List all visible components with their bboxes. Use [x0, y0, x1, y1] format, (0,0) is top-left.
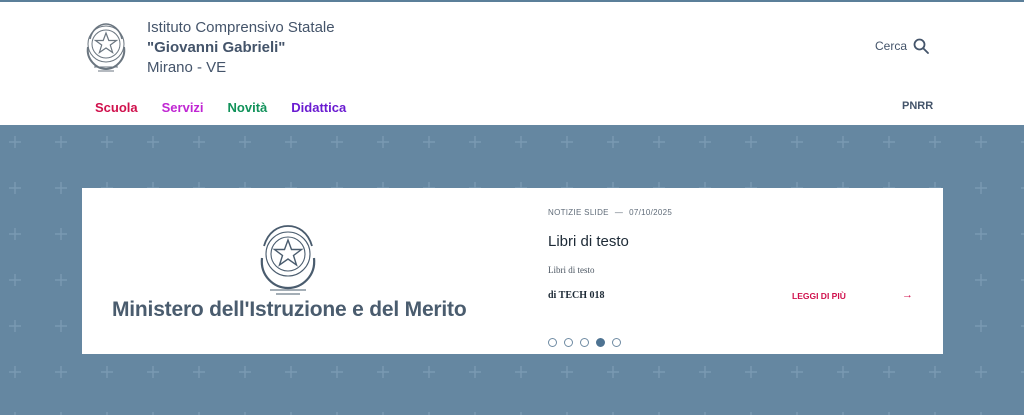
meta-separator: —: [614, 208, 624, 217]
carousel-dot-active[interactable]: [596, 338, 605, 347]
ministry-name: Ministero dell'Istruzione e del Merito: [112, 298, 467, 321]
carousel-dot[interactable]: [548, 338, 557, 347]
carousel-dot[interactable]: [580, 338, 589, 347]
school-name[interactable]: Istituto Comprensivo Statale "Giovanni G…: [147, 18, 335, 78]
school-name-line3: Mirano - VE: [147, 59, 227, 76]
slide-category[interactable]: NOTIZIE SLIDE: [548, 208, 609, 217]
school-name-line2: "Giovanni Gabrieli": [147, 39, 286, 56]
slide-card: Ministero dell'Istruzione e del Merito N…: [82, 188, 943, 354]
nav-item-novita[interactable]: Novità: [228, 100, 268, 115]
carousel-dot[interactable]: [564, 338, 573, 347]
slide-title[interactable]: Libri di testo: [548, 233, 629, 250]
nav-item-servizi[interactable]: Servizi: [162, 100, 204, 115]
italian-republic-emblem-icon: [260, 225, 316, 295]
search-label: Cerca: [875, 39, 908, 53]
search-button[interactable]: Cerca: [875, 38, 929, 54]
nav-item-pnrr[interactable]: PNRR: [902, 100, 933, 112]
main-navigation: Scuola Servizi Novità Didattica: [95, 100, 346, 115]
school-name-line1: Istituto Comprensivo Statale: [147, 19, 335, 36]
slide-date: 07/10/2025: [629, 208, 673, 217]
slide-image: Ministero dell'Istruzione e del Merito: [82, 188, 512, 354]
hero-carousel: Ministero dell'Istruzione e del Merito N…: [0, 125, 1024, 415]
read-more-link[interactable]: LEGGI DI PIÙ: [792, 291, 846, 301]
carousel-dot[interactable]: [612, 338, 621, 347]
site-header: Istituto Comprensivo Statale "Giovanni G…: [0, 2, 1024, 125]
slide-author: di TECH 018: [548, 290, 605, 301]
slide-content: NOTIZIE SLIDE —07/10/2025 Libri di testo …: [548, 188, 928, 354]
search-icon: [913, 38, 929, 54]
italian-republic-emblem-icon[interactable]: [80, 17, 132, 75]
carousel-pagination: [548, 338, 621, 347]
arrow-right-icon[interactable]: →: [902, 289, 913, 301]
slide-meta: NOTIZIE SLIDE — 07/10/2025: [548, 208, 672, 217]
slide-description: Libri di testo: [548, 265, 595, 275]
nav-item-scuola[interactable]: Scuola: [95, 100, 138, 115]
nav-item-didattica[interactable]: Didattica: [291, 100, 346, 115]
